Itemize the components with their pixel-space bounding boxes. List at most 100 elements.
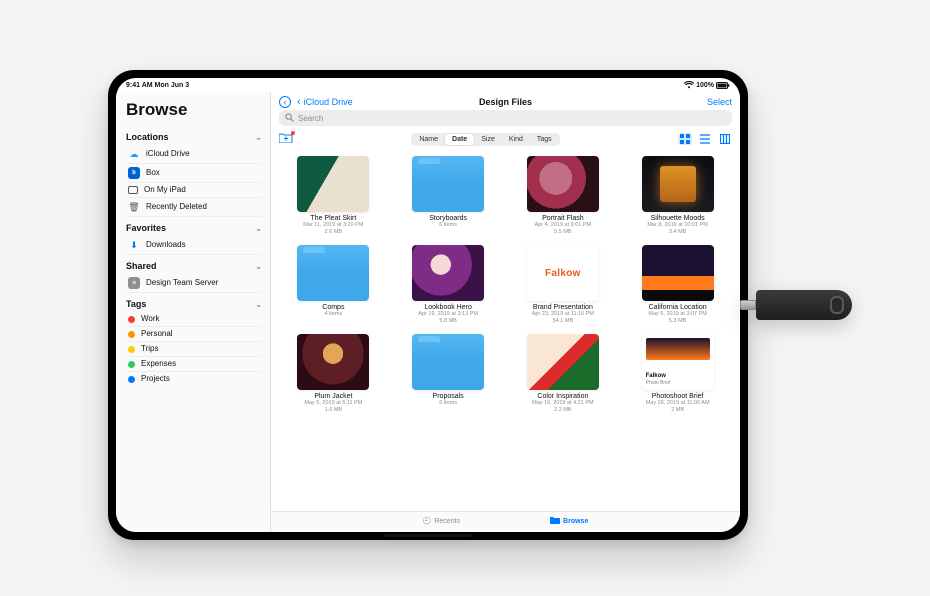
chevron-down-icon: ⌄: [255, 224, 262, 233]
file-item[interactable]: Proposals6 items: [400, 334, 497, 413]
sidebar-item-label: Design Team Server: [146, 279, 218, 287]
section-shared[interactable]: Shared ⌄: [126, 261, 262, 271]
bottom-bar: 🕘 Recents Browse: [271, 511, 740, 532]
filter-kind[interactable]: Kind: [502, 134, 530, 145]
sidebar-item-label: Personal: [141, 330, 173, 338]
new-folder-button[interactable]: [279, 132, 293, 146]
file-item[interactable]: Silhouette MoodsMar 8, 2019 at 10:01 PM …: [629, 156, 726, 235]
file-name: Color Inspiration: [537, 393, 588, 400]
content: ‹ ‹ iCloud Drive Design Files Select Sea…: [271, 92, 740, 532]
folder-icon: [412, 156, 484, 212]
sidebar-item-downloads[interactable]: ⬇︎ Downloads: [126, 236, 262, 255]
sidebar-tag-projects[interactable]: Projects: [126, 372, 262, 386]
sidebar: Browse Locations ⌄ ☁︎ iCloud Drive b Box: [116, 92, 271, 532]
file-name: Silhouette Moods: [651, 215, 705, 222]
file-item[interactable]: Lookbook HeroApr 19, 2019 at 3:13 PM 5.8…: [400, 245, 497, 324]
sidebar-item-label: Downloads: [146, 241, 186, 249]
view-icon-grid[interactable]: [678, 133, 692, 145]
usb-drive: [740, 290, 852, 320]
file-name: California Location: [649, 304, 707, 311]
file-thumbnail: [297, 334, 369, 390]
back-button[interactable]: ‹ iCloud Drive: [297, 96, 353, 108]
select-button[interactable]: Select: [707, 97, 732, 107]
file-thumbnail: [412, 245, 484, 301]
sidebar-toggle-icon[interactable]: ‹: [279, 96, 291, 108]
download-icon: ⬇︎: [128, 239, 140, 251]
tag-dot-icon: [128, 376, 135, 383]
filter-date[interactable]: Date: [445, 134, 474, 145]
folder-icon: [550, 516, 560, 526]
toolbar: NameDateSizeKindTags: [271, 130, 740, 152]
battery-label: 100%: [696, 82, 714, 89]
sidebar-item-label: Projects: [141, 375, 170, 383]
file-item[interactable]: The Pleat SkirtMar 11, 2019 at 3:20 PM 2…: [285, 156, 382, 235]
notification-dot-icon: [291, 131, 295, 135]
sidebar-title: Browse: [126, 100, 262, 120]
tab-recents[interactable]: 🕘 Recents: [423, 516, 460, 526]
search-icon: [285, 113, 294, 124]
sidebar-item-box[interactable]: b Box: [126, 164, 262, 183]
file-meta: May 5, 2019 at 3:07 PM 5.3 MB: [648, 311, 706, 324]
tag-dot-icon: [128, 316, 135, 323]
file-item[interactable]: California LocationMay 5, 2019 at 3:07 P…: [629, 245, 726, 324]
sidebar-tag-work[interactable]: Work: [126, 312, 262, 327]
sidebar-item-label: Box: [146, 169, 160, 177]
sidebar-tag-trips[interactable]: Trips: [126, 342, 262, 357]
search-input[interactable]: Search: [279, 110, 732, 126]
file-meta: Mar 11, 2019 at 3:20 PM 2.6 MB: [303, 222, 363, 235]
file-name: Portrait Flash: [542, 215, 584, 222]
section-favorites[interactable]: Favorites ⌄: [126, 223, 262, 233]
file-meta: Apr 19, 2019 at 3:13 PM 5.8 MB: [418, 311, 478, 324]
file-thumbnail: [297, 156, 369, 212]
file-meta: May 26, 2019 at 11:00 AM 2 MB: [646, 400, 710, 413]
file-meta: 6 items: [439, 400, 457, 407]
file-item[interactable]: Comps4 items: [285, 245, 382, 324]
sidebar-item-icloud[interactable]: ☁︎ iCloud Drive: [126, 145, 262, 164]
file-item[interactable]: Portrait FlashApr 4, 2019 at 9:01 PM 5.5…: [515, 156, 612, 235]
view-modes: [678, 133, 732, 145]
section-tags[interactable]: Tags ⌄: [126, 299, 262, 309]
usb-plug: [740, 300, 756, 310]
view-column-icon[interactable]: [718, 133, 732, 145]
file-name: Brand Presentation: [533, 304, 593, 311]
sidebar-tag-personal[interactable]: Personal: [126, 327, 262, 342]
file-meta: Apr 4, 2019 at 9:01 PM 5.5 MB: [535, 222, 592, 235]
tag-dot-icon: [128, 361, 135, 368]
tab-browse[interactable]: Browse: [550, 516, 588, 526]
clock-icon: 🕘: [423, 517, 432, 525]
file-name: Plum Jacket: [314, 393, 352, 400]
sort-filters[interactable]: NameDateSizeKindTags: [411, 133, 559, 146]
chevron-down-icon: ⌄: [255, 262, 262, 271]
file-name: Proposals: [433, 393, 464, 400]
file-thumbnail: [642, 245, 714, 301]
chevron-down-icon: ⌄: [255, 133, 262, 142]
file-item[interactable]: Color InspirationMay 16, 2019 at 4:21 PM…: [515, 334, 612, 413]
file-meta: 4 items: [325, 311, 343, 318]
sidebar-item-onmyipad[interactable]: On My iPad: [126, 183, 262, 198]
filter-tags[interactable]: Tags: [530, 134, 559, 145]
section-locations[interactable]: Locations ⌄: [126, 132, 262, 142]
view-list-icon[interactable]: [698, 133, 712, 145]
folder-icon: [412, 334, 484, 390]
file-name: Storyboards: [429, 215, 467, 222]
filter-size[interactable]: Size: [474, 134, 502, 145]
sidebar-item-label: On My iPad: [144, 186, 186, 194]
section-label: Favorites: [126, 223, 166, 233]
sidebar-item-recentlydeleted[interactable]: 🗑 Recently Deleted: [126, 198, 262, 217]
folder-icon: [297, 245, 369, 301]
file-item[interactable]: FalkowPhoto BriefPhotoshoot BriefMay 26,…: [629, 334, 726, 413]
file-meta: Mar 8, 2019 at 10:01 PM 3.4 MB: [647, 222, 708, 235]
sidebar-tag-expenses[interactable]: Expenses: [126, 357, 262, 372]
file-meta: 6 items: [439, 222, 457, 229]
file-item[interactable]: Storyboards6 items: [400, 156, 497, 235]
sidebar-item-label: iCloud Drive: [146, 150, 190, 158]
ipad-device: 9:41 AM Mon Jun 3 100% Browse Loca: [108, 70, 748, 540]
file-item[interactable]: FalkowBrand PresentationApr 23, 2019 at …: [515, 245, 612, 324]
file-thumbnail: [527, 156, 599, 212]
file-item[interactable]: Plum JacketMay 5, 2019 at 5:11 PM 1.6 MB: [285, 334, 382, 413]
battery-icon: [716, 82, 730, 89]
sidebar-item-label: Trips: [141, 345, 158, 353]
server-icon: ≡: [128, 277, 140, 289]
filter-name[interactable]: Name: [412, 134, 445, 145]
sidebar-item-server[interactable]: ≡ Design Team Server: [126, 274, 262, 293]
